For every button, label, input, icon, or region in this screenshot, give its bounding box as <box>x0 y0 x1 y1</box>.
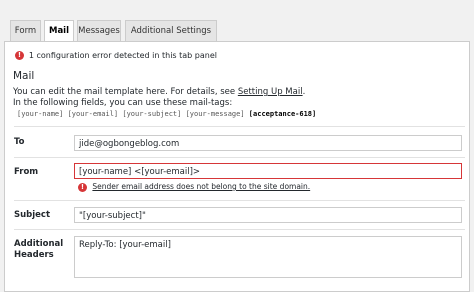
notice-text: 1 configuration error detected in this t… <box>28 51 217 60</box>
config-error-notice: ! 1 configuration error detected in this… <box>15 51 217 61</box>
from-error-text: Sender email address does not belong to … <box>92 182 311 191</box>
section-description: You can edit the mail template here. For… <box>13 87 305 97</box>
subject-input[interactable]: "[your-subject]" <box>74 207 462 223</box>
mail-tags: [your-name] [your-email] [your-subject] … <box>17 110 316 118</box>
desc-suffix: . <box>302 87 306 97</box>
tab-additional-settings[interactable]: Additional Settings (1) <box>125 20 217 56</box>
divider <box>14 157 465 158</box>
mail-panel: ! 1 configuration error detected in this… <box>4 41 470 292</box>
label-line-1: Additional <box>14 239 64 249</box>
mail-tags-list: [your-name] [your-email] [your-subject] … <box>17 110 245 118</box>
desc-prefix: You can edit the mail template here. For… <box>13 87 238 97</box>
error-icon: ! <box>15 51 24 60</box>
divider <box>14 126 465 127</box>
to-label: To <box>14 137 25 147</box>
from-input[interactable]: [your-name] <[your-email]> <box>74 163 462 179</box>
divider <box>14 229 465 230</box>
tab-bar: Form Mail Messages Additional Settings (… <box>0 0 474 56</box>
label-line-2: Headers <box>14 250 54 260</box>
to-input[interactable]: jide@ogbongeblog.com <box>74 135 462 151</box>
additional-headers-textarea[interactable]: Reply-To: [your-email] <box>74 236 462 278</box>
setting-up-mail-link[interactable]: Setting Up Mail <box>238 87 303 97</box>
section-title: Mail <box>13 70 35 82</box>
from-error: ! Sender email address does not belong t… <box>78 182 310 192</box>
tab-messages[interactable]: Messages <box>77 20 121 41</box>
error-icon: ! <box>78 182 87 192</box>
acceptance-tag: [acceptance-618] <box>248 110 317 118</box>
tab-mail[interactable]: Mail <box>44 20 74 43</box>
section-description-line2: In the following fields, you can use the… <box>13 98 233 108</box>
divider <box>14 200 465 201</box>
subject-label: Subject <box>14 210 51 220</box>
additional-headers-label: Additional Headers <box>14 239 63 261</box>
tab-form[interactable]: Form <box>10 20 41 41</box>
from-label: From <box>14 167 39 177</box>
